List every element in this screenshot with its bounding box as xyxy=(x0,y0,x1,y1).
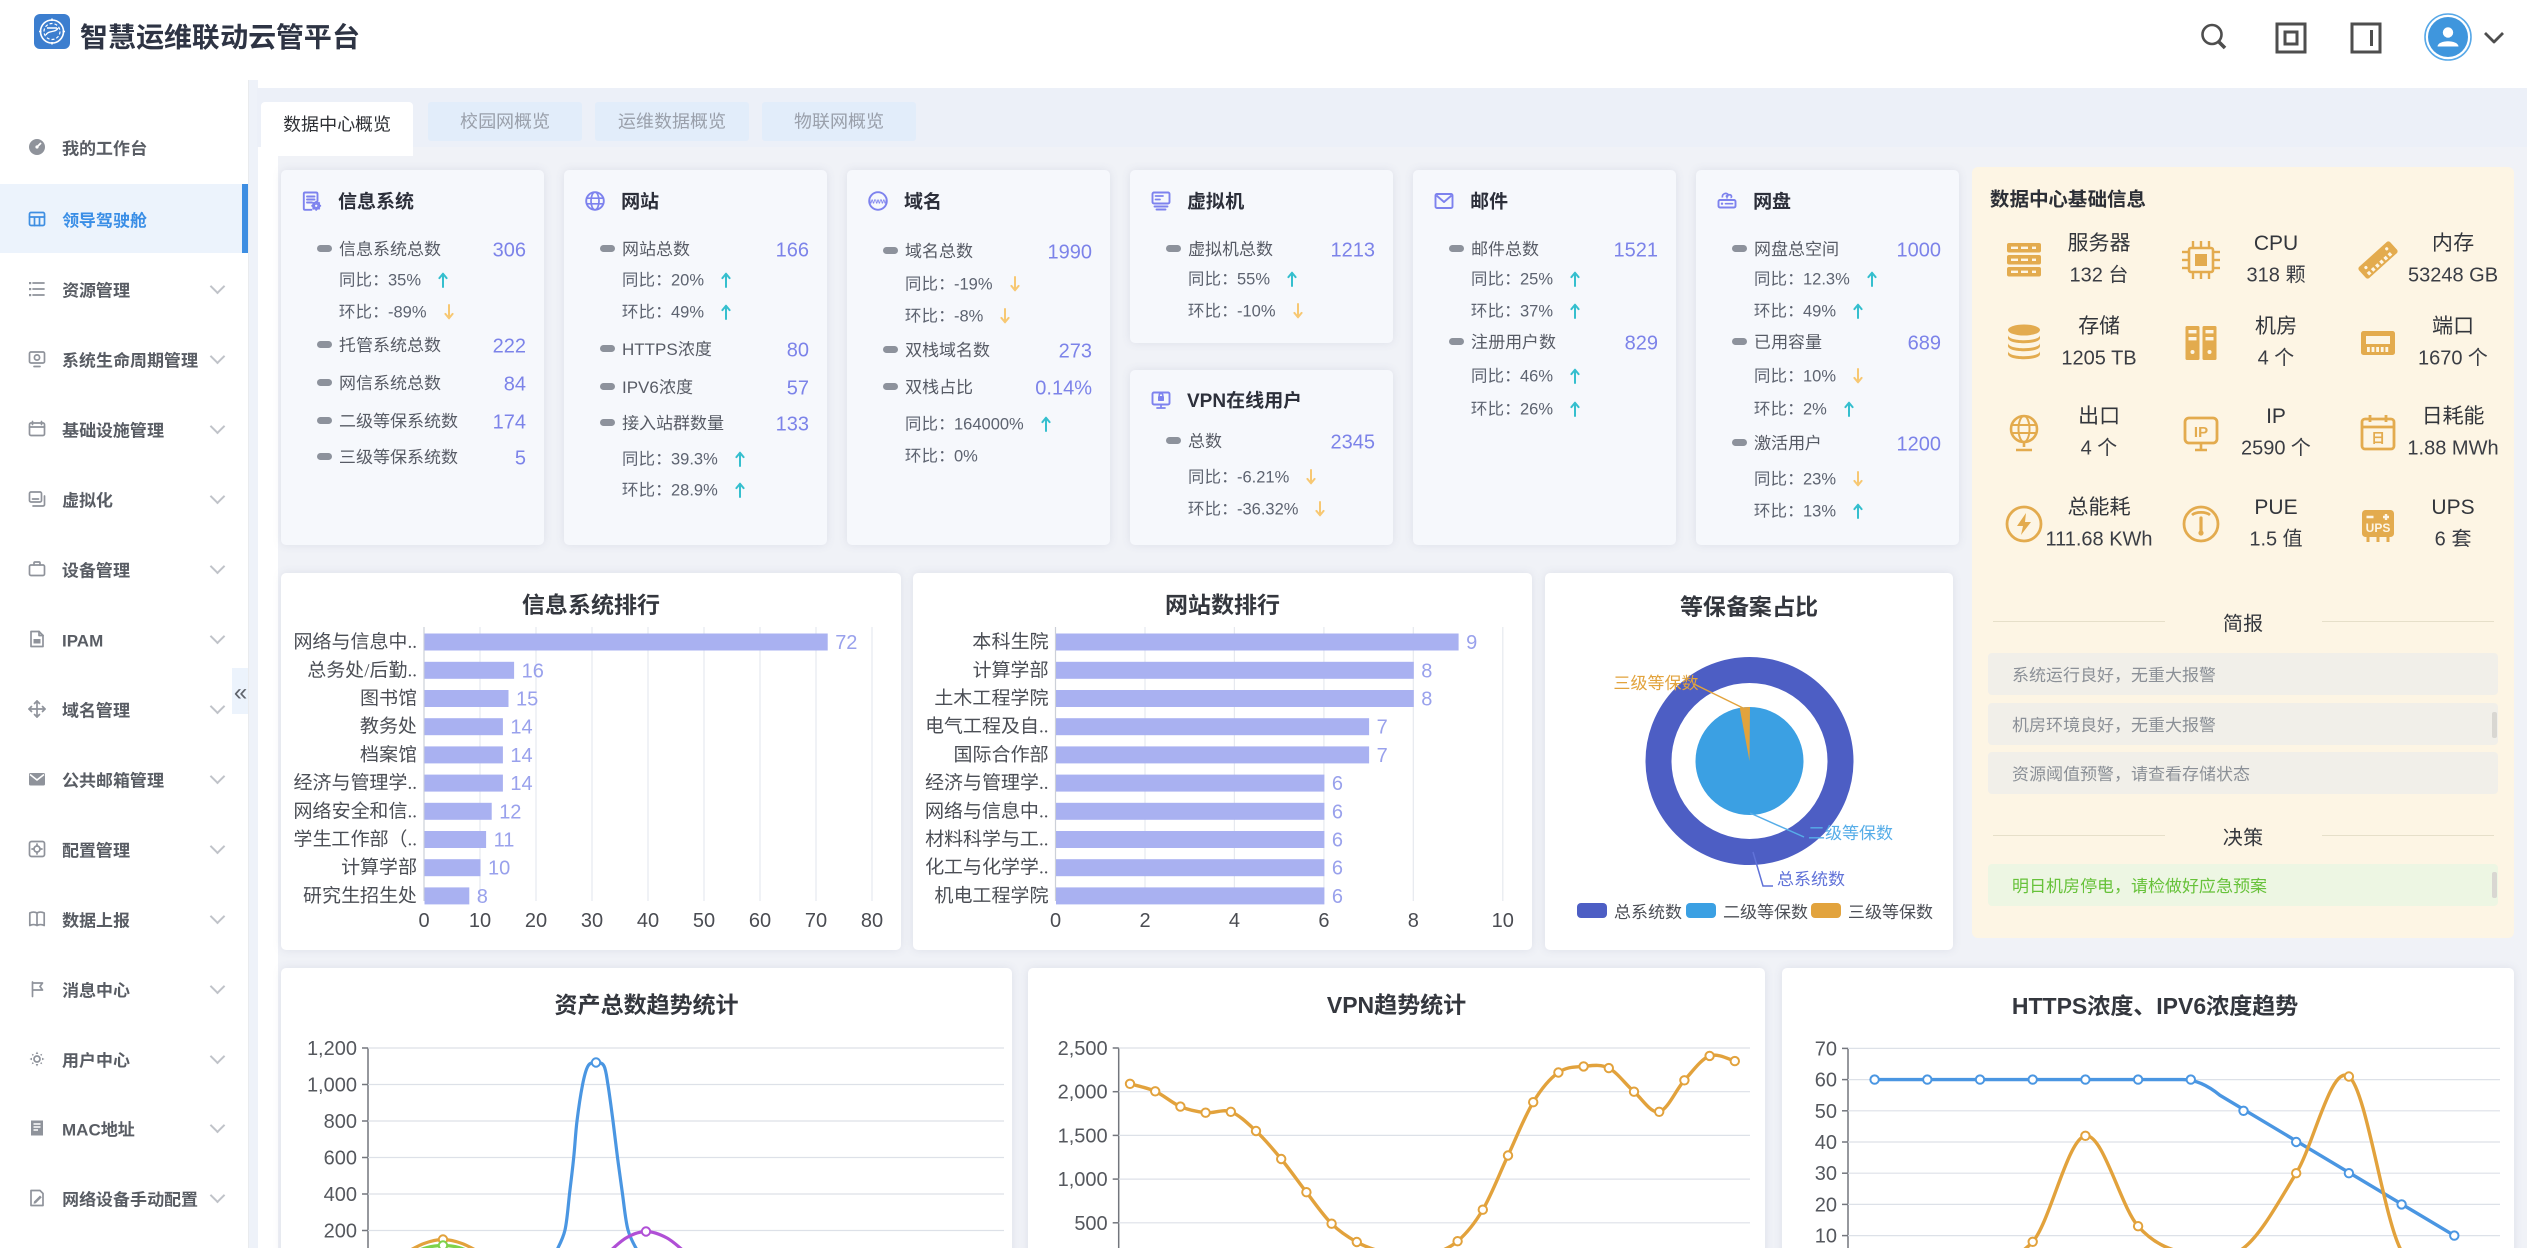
svg-text:0: 0 xyxy=(418,910,429,932)
svg-text:6: 6 xyxy=(1332,773,1343,795)
svg-text:11: 11 xyxy=(494,830,515,852)
svg-text:20: 20 xyxy=(525,910,547,932)
svg-text:50: 50 xyxy=(693,910,715,932)
svg-text:7: 7 xyxy=(1377,717,1388,739)
svg-text:40: 40 xyxy=(1815,1132,1837,1154)
svg-text:国际合作部: 国际合作部 xyxy=(953,740,1048,767)
svg-text:网络与信息中..: 网络与信息中.. xyxy=(925,796,1049,823)
svg-text:400: 400 xyxy=(324,1184,357,1206)
svg-text:2: 2 xyxy=(1139,910,1150,932)
svg-text:600: 600 xyxy=(324,1148,357,1170)
svg-text:档案馆: 档案馆 xyxy=(360,740,417,767)
svg-text:10: 10 xyxy=(1815,1226,1837,1248)
svg-text:网络安全和信..: 网络安全和信.. xyxy=(293,796,417,823)
svg-text:7: 7 xyxy=(1377,745,1388,767)
svg-text:本科生院: 本科生院 xyxy=(972,627,1048,654)
svg-text:总务处/后勤..: 总务处/后勤.. xyxy=(307,655,417,682)
svg-text:500: 500 xyxy=(1074,1213,1107,1235)
svg-text:40: 40 xyxy=(637,910,659,932)
svg-text:机电工程学院: 机电工程学院 xyxy=(934,881,1048,908)
svg-text:1,200: 1,200 xyxy=(307,1038,357,1060)
svg-text:16: 16 xyxy=(522,660,544,682)
svg-text:教务处: 教务处 xyxy=(360,712,417,739)
svg-text:12: 12 xyxy=(499,801,521,823)
svg-text:60: 60 xyxy=(749,910,771,932)
svg-text:70: 70 xyxy=(805,910,827,932)
svg-text:6: 6 xyxy=(1332,801,1343,823)
svg-text:2,500: 2,500 xyxy=(1058,1038,1108,1060)
svg-text:10: 10 xyxy=(488,858,510,880)
svg-text:6: 6 xyxy=(1332,858,1343,880)
svg-text:IP: IP xyxy=(2194,424,2208,441)
svg-text:8: 8 xyxy=(1408,910,1419,932)
svg-text:15: 15 xyxy=(516,689,538,711)
svg-text:80: 80 xyxy=(861,910,883,932)
svg-text:8: 8 xyxy=(1421,660,1432,682)
svg-text:计算学部: 计算学部 xyxy=(972,655,1048,682)
svg-text:14: 14 xyxy=(510,773,532,795)
svg-text:2,000: 2,000 xyxy=(1058,1082,1108,1104)
svg-text:10: 10 xyxy=(1492,910,1514,932)
svg-text:学生工作部（..: 学生工作部（.. xyxy=(293,825,417,852)
svg-text:60: 60 xyxy=(1815,1070,1837,1092)
svg-text:1,500: 1,500 xyxy=(1058,1125,1108,1147)
svg-text:0: 0 xyxy=(1050,910,1061,932)
svg-text:14: 14 xyxy=(510,745,532,767)
svg-text:6: 6 xyxy=(1332,886,1343,908)
svg-text:化工与化学学..: 化工与化学学.. xyxy=(925,853,1049,880)
svg-text:土木工程学院: 土木工程学院 xyxy=(934,684,1048,711)
svg-text:材料科学与工..: 材料科学与工.. xyxy=(925,825,1049,852)
svg-text:70: 70 xyxy=(1815,1038,1837,1060)
svg-text:图书馆: 图书馆 xyxy=(360,684,417,711)
svg-text:4: 4 xyxy=(1229,910,1240,932)
svg-text:1,000: 1,000 xyxy=(1058,1169,1108,1191)
svg-text:200: 200 xyxy=(324,1221,357,1243)
svg-text:50: 50 xyxy=(1815,1101,1837,1123)
svg-text:30: 30 xyxy=(1815,1163,1837,1185)
svg-text:10: 10 xyxy=(469,910,491,932)
svg-text:网络与信息中..: 网络与信息中.. xyxy=(293,627,417,654)
svg-text:电气工程及自..: 电气工程及自.. xyxy=(925,712,1049,739)
svg-text:www: www xyxy=(868,197,887,206)
svg-text:8: 8 xyxy=(477,886,488,908)
svg-text:800: 800 xyxy=(324,1111,357,1133)
svg-text:计算学部: 计算学部 xyxy=(341,853,417,880)
svg-text:8: 8 xyxy=(1421,689,1432,711)
svg-text:9: 9 xyxy=(1466,632,1477,654)
svg-text:1,000: 1,000 xyxy=(307,1075,357,1097)
svg-text:经济与管理学..: 经济与管理学.. xyxy=(293,768,417,795)
svg-text:6: 6 xyxy=(1332,830,1343,852)
svg-text:20: 20 xyxy=(1815,1194,1837,1216)
svg-text:经济与管理学..: 经济与管理学.. xyxy=(925,768,1049,795)
svg-text:14: 14 xyxy=(510,717,532,739)
svg-text:UPS: UPS xyxy=(2366,521,2391,535)
svg-text:日: 日 xyxy=(2371,428,2385,448)
svg-text:6: 6 xyxy=(1318,910,1329,932)
svg-text:72: 72 xyxy=(835,632,857,654)
svg-text:研究生招生处: 研究生招生处 xyxy=(303,881,417,908)
svg-text:30: 30 xyxy=(581,910,603,932)
